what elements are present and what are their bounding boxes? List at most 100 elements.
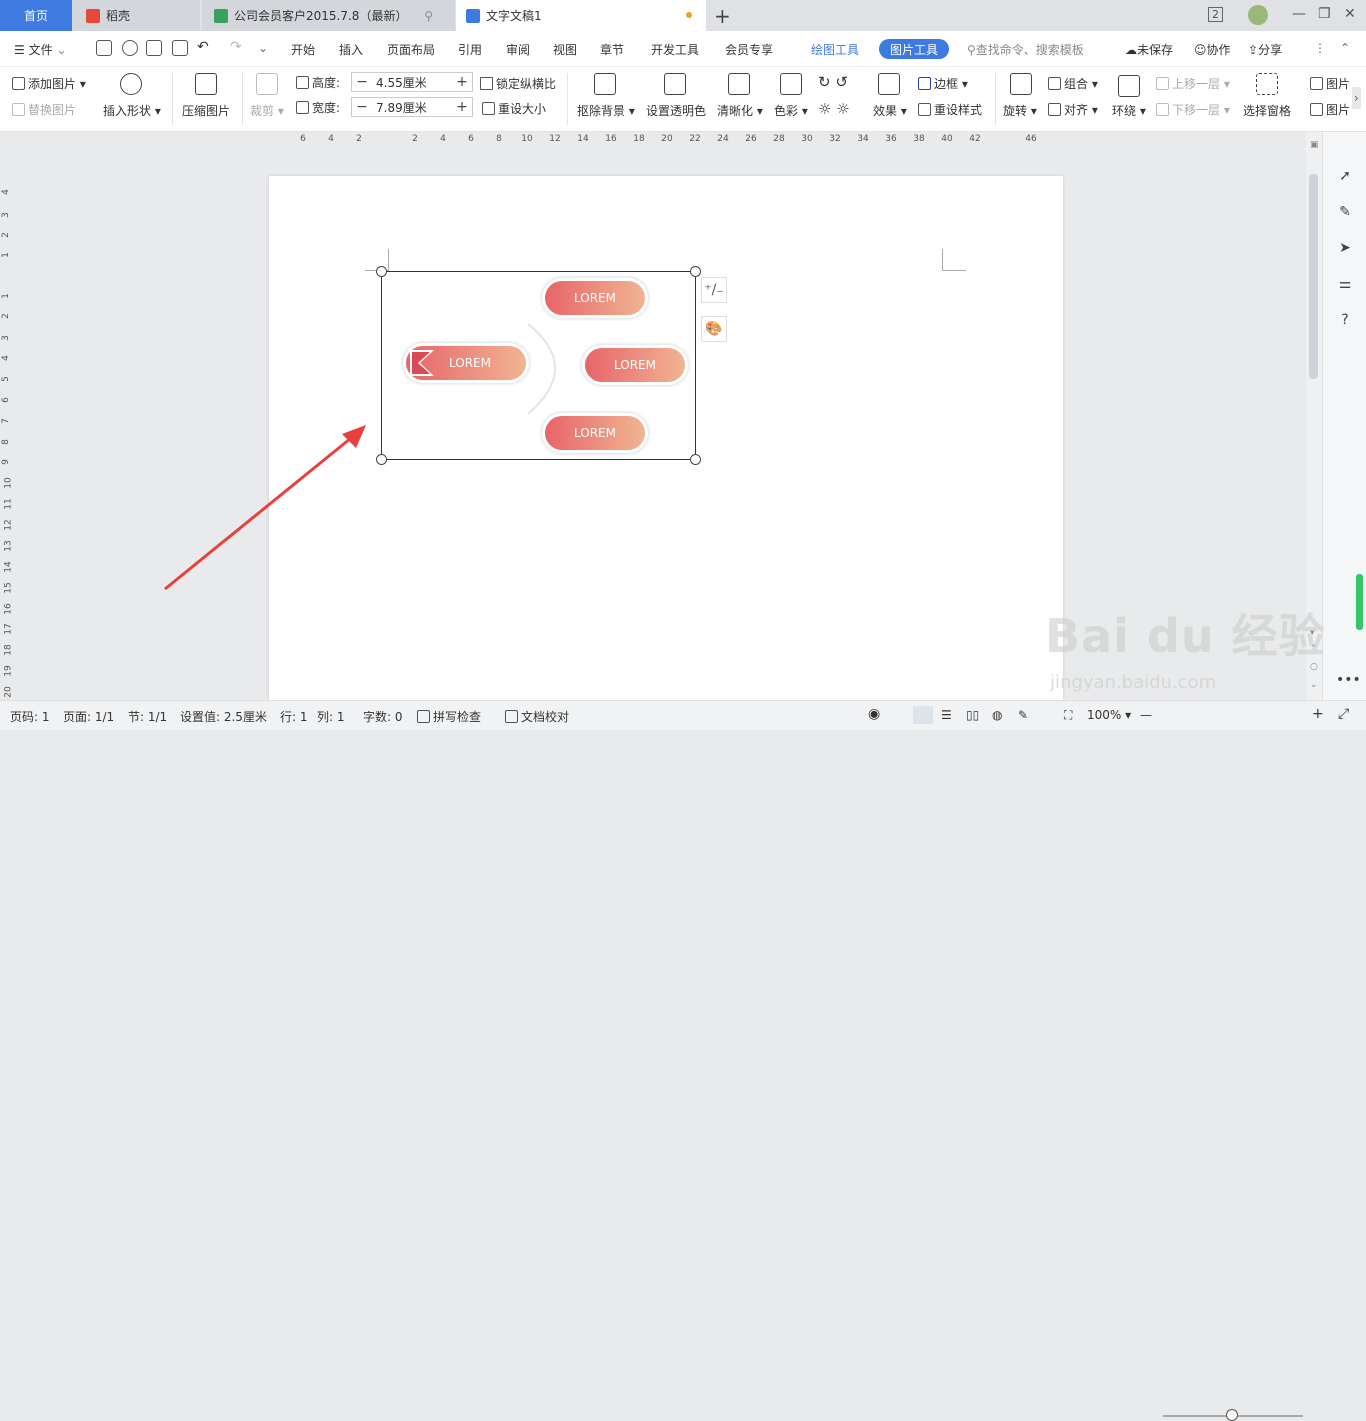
layout-options-icon[interactable]: ⁺∕₋ <box>701 277 727 303</box>
height-increase[interactable]: + <box>452 74 472 90</box>
ribbon-scroll-right[interactable]: › <box>1352 87 1361 109</box>
print-preview-icon[interactable] <box>172 40 188 56</box>
color-button[interactable]: 色彩 ▾ <box>774 102 808 119</box>
compress-button[interactable]: 压缩图片 <box>182 102 230 119</box>
zoom-slider-thumb[interactable] <box>1226 1409 1238 1421</box>
menu-reference[interactable]: 引用 <box>458 41 482 58</box>
command-search[interactable]: ⚲查找命令、搜索模板 <box>967 41 1084 58</box>
width-decrease[interactable]: − <box>352 99 372 115</box>
group-button[interactable]: 组合 ▾ <box>1048 75 1098 92</box>
collab-button[interactable]: ☺协作 <box>1194 41 1231 58</box>
contrast-icon[interactable]: ☼ ☼ <box>818 100 850 118</box>
remove-background-button[interactable]: 抠除背景 ▾ <box>577 102 635 119</box>
tab-home[interactable]: 首页 <box>0 0 72 31</box>
resize-handle-top-left[interactable] <box>376 266 387 277</box>
fullscreen-icon[interactable]: ⤢ <box>1338 706 1349 722</box>
picture-button-a[interactable]: 图片 <box>1310 75 1350 92</box>
menu-layout[interactable]: 页面布局 <box>387 41 435 58</box>
tab-spreadsheet[interactable]: 公司会员客户2015.7.8（最新） ⚲ <box>202 0 455 31</box>
send-backward-button[interactable]: 下移一层 ▾ <box>1156 101 1230 118</box>
write-view-icon[interactable]: ✎ <box>1018 708 1028 722</box>
proofread-button[interactable]: 文档校对 <box>505 708 569 725</box>
sliders-icon[interactable]: ⚌ <box>1336 276 1354 294</box>
resize-handle-bottom-right[interactable] <box>690 454 701 465</box>
more-menu-icon[interactable]: ⋮ <box>1314 41 1326 55</box>
tab-daoke[interactable]: 稻壳 <box>72 0 200 31</box>
menu-member[interactable]: 会员专享 <box>725 41 773 58</box>
wrap-button[interactable]: 环绕 ▾ <box>1112 102 1146 119</box>
width-value[interactable]: 7.89厘米 <box>372 99 452 116</box>
set-transparent-button[interactable]: 设置透明色 <box>646 102 706 119</box>
add-picture-button[interactable]: 添加图片 ▾ <box>12 75 86 92</box>
brightness-up-icon[interactable]: ↻ ↺ <box>818 73 848 91</box>
resize-handle-top-right[interactable] <box>690 266 701 277</box>
avatar[interactable] <box>1248 5 1268 25</box>
save-icon[interactable] <box>96 40 112 56</box>
status-page-code[interactable]: 页码: 1 <box>10 708 50 725</box>
rocket-icon[interactable]: ➚ <box>1336 168 1354 186</box>
reading-view-icon[interactable]: ▯▯ <box>966 708 979 722</box>
sharpen-button[interactable]: 清晰化 ▾ <box>717 102 763 119</box>
more-icon[interactable]: ⌄ <box>258 41 268 55</box>
menu-insert[interactable]: 插入 <box>339 41 363 58</box>
menu-view[interactable]: 视图 <box>553 41 577 58</box>
scroll-thumb[interactable] <box>1309 174 1318 379</box>
menu-chapter[interactable]: 章节 <box>600 41 624 58</box>
menu-picture-tool[interactable]: 图片工具 <box>879 39 949 59</box>
width-spinner[interactable]: −7.89厘米 + <box>351 97 473 117</box>
close-icon[interactable]: ✕ <box>1344 6 1356 22</box>
cursor-icon[interactable]: ➤ <box>1336 240 1354 258</box>
menu-review[interactable]: 审阅 <box>506 41 530 58</box>
border-button[interactable]: 边框 ▾ <box>918 75 968 92</box>
new-tab-button[interactable]: + <box>714 4 731 28</box>
restore-icon[interactable]: ❐ <box>1318 6 1331 22</box>
align-button[interactable]: 对齐 ▾ <box>1048 101 1098 118</box>
resize-handle-bottom-left[interactable] <box>376 454 387 465</box>
print-icon[interactable] <box>146 40 162 56</box>
bring-forward-button[interactable]: 上移一层 ▾ <box>1156 75 1230 92</box>
zoom-in-button[interactable]: + <box>1312 706 1324 722</box>
tab-document[interactable]: 文字文稿1 <box>456 0 706 31</box>
eye-icon[interactable]: ◉ <box>868 706 880 722</box>
redo-icon[interactable]: ↷ <box>230 39 242 55</box>
horizontal-ruler[interactable]: 6 4 2 2 4 6 8 10 12 14 16 18 20 22 24 26 28 30 32 34 36 38 40 4… <box>0 132 1306 150</box>
more-icon[interactable]: ••• <box>1336 672 1361 690</box>
height-spinner[interactable]: −4.55厘米 + <box>351 72 473 92</box>
menu-draw-tool[interactable]: 绘图工具 <box>811 41 859 58</box>
menu-file[interactable]: ☰ 文件 ⌄ <box>14 41 66 58</box>
spell-check-button[interactable]: 拼写检查 <box>417 708 481 725</box>
menu-start[interactable]: 开始 <box>291 41 315 58</box>
status-setting[interactable]: 设置值: 2.5厘米 <box>180 708 267 725</box>
next-page-icon[interactable]: ⌄ <box>1310 680 1318 690</box>
height-value[interactable]: 4.55厘米 <box>372 74 452 91</box>
reset-style-button[interactable]: 重设样式 <box>918 101 982 118</box>
split-view-icon[interactable]: ▣ <box>1310 140 1319 150</box>
unsaved-button[interactable]: ☁未保存 <box>1125 41 1173 58</box>
collapse-ribbon-icon[interactable]: ⌃ <box>1340 41 1350 55</box>
status-section[interactable]: 节: 1/1 <box>128 708 167 725</box>
pen-icon[interactable]: ✎ <box>1336 204 1354 222</box>
status-pages[interactable]: 页面: 1/1 <box>63 708 114 725</box>
palette-icon[interactable]: 🎨 <box>701 316 727 342</box>
width-increase[interactable]: + <box>452 99 472 115</box>
zoom-level[interactable]: 100% ▾ <box>1087 708 1131 722</box>
insert-shape-button[interactable]: 插入形状 ▾ <box>103 102 161 119</box>
menu-developer[interactable]: 开发工具 <box>651 41 699 58</box>
minimize-icon[interactable]: — <box>1292 6 1306 22</box>
help-icon[interactable]: ? <box>1336 312 1354 330</box>
window-count-badge[interactable]: 2 <box>1208 7 1223 22</box>
web-view-icon[interactable]: ◍ <box>992 708 1002 722</box>
effect-button[interactable]: 效果 ▾ <box>873 102 907 119</box>
crop-button[interactable]: 裁剪 ▾ <box>250 102 284 119</box>
reset-size-button[interactable]: 重设大小 <box>482 100 546 117</box>
rotate-button[interactable]: 旋转 ▾ <box>1003 102 1037 119</box>
fit-page-icon[interactable]: ⛶ <box>1064 708 1072 723</box>
page-view-icon[interactable] <box>913 706 933 724</box>
picture-button-b[interactable]: 图片 <box>1310 101 1350 118</box>
outline-view-icon[interactable]: ☰ <box>941 708 952 722</box>
selected-picture[interactable]: LOREM LOREM LOREM LOREM <box>376 266 701 465</box>
replace-picture-button[interactable]: 替换图片 <box>12 101 76 118</box>
zoom-out-button[interactable]: — <box>1140 708 1152 722</box>
export-icon[interactable] <box>122 40 138 56</box>
height-decrease[interactable]: − <box>352 74 372 90</box>
